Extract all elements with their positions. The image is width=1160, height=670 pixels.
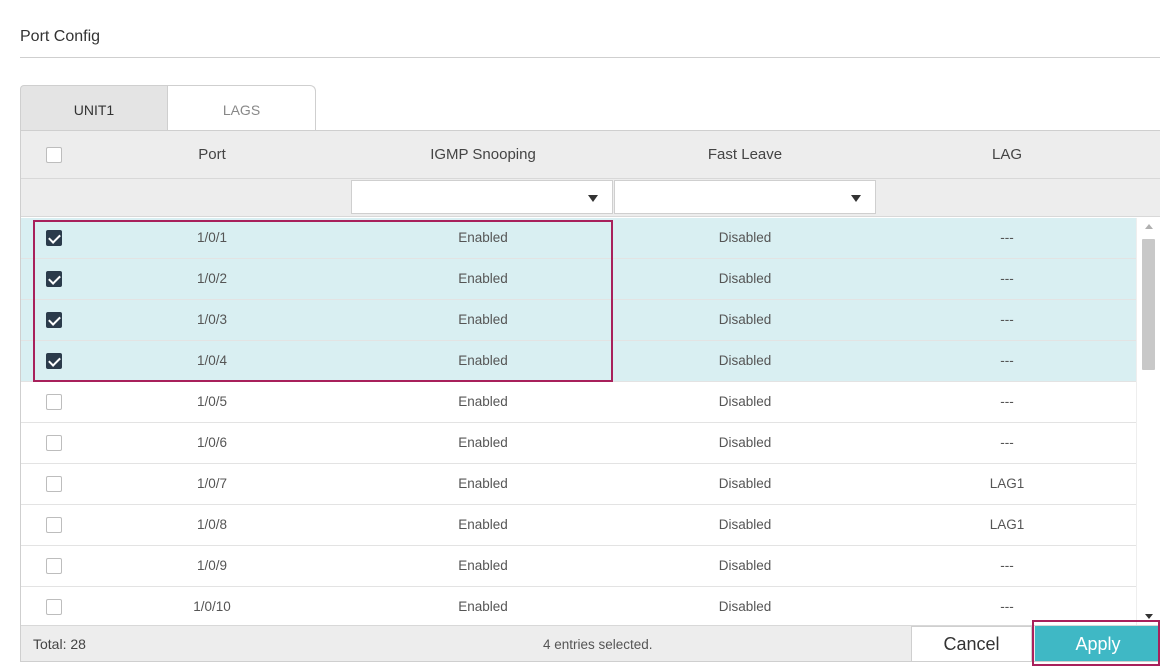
table-row[interactable]: 1/0/3 Enabled Disabled --- [21, 300, 1138, 341]
total-count: Total: 28 [33, 636, 86, 652]
port-cell: 1/0/4 [196, 353, 228, 368]
table-row[interactable]: 1/0/10 Enabled Disabled --- [21, 587, 1138, 628]
row-checkbox[interactable] [46, 476, 62, 492]
row-checkbox[interactable] [46, 394, 62, 410]
fast-leave-cell: Disabled [718, 230, 772, 245]
chevron-down-icon [851, 195, 861, 202]
table-header: Port IGMP Snooping Fast Leave LAG [21, 131, 1160, 179]
igmp-snooping-cell: Enabled [458, 599, 508, 614]
fast-leave-cell: Disabled [718, 558, 772, 573]
unit-tabs: UNIT1 LAGS [20, 85, 316, 131]
table-footer: Total: 28 4 entries selected. Cancel App… [21, 625, 1160, 661]
row-checkbox[interactable] [46, 353, 62, 369]
port-config-table: Port IGMP Snooping Fast Leave LAG 1/0/1 E… [20, 130, 1160, 662]
lag-cell: LAG1 [989, 517, 1025, 532]
row-checkbox[interactable] [46, 312, 62, 328]
vertical-scrollbar[interactable] [1136, 218, 1160, 625]
lag-cell: --- [1000, 599, 1014, 614]
column-header-lag[interactable]: LAG [877, 131, 1137, 179]
table-row[interactable]: 1/0/6 Enabled Disabled --- [21, 423, 1138, 464]
filter-row [21, 179, 1160, 217]
title-divider [20, 57, 1160, 58]
row-checkbox[interactable] [46, 517, 62, 533]
fast-leave-filter-select[interactable] [614, 180, 876, 214]
select-all-checkbox[interactable] [46, 147, 62, 163]
table-row[interactable]: 1/0/5 Enabled Disabled --- [21, 382, 1138, 423]
lag-cell: --- [1000, 230, 1014, 245]
row-checkbox[interactable] [46, 435, 62, 451]
fast-leave-cell: Disabled [718, 394, 772, 409]
row-checkbox[interactable] [46, 230, 62, 246]
fast-leave-cell: Disabled [718, 435, 772, 450]
port-cell: 1/0/10 [193, 599, 231, 614]
lag-cell: --- [1000, 312, 1014, 327]
row-checkbox[interactable] [46, 558, 62, 574]
port-cell: 1/0/5 [196, 394, 228, 409]
panel-title: Port Config [20, 28, 101, 45]
cancel-button[interactable]: Cancel [911, 626, 1032, 661]
scrollbar-thumb[interactable] [1142, 239, 1155, 370]
row-checkbox[interactable] [46, 271, 62, 287]
fast-leave-cell: Disabled [718, 312, 772, 327]
table-row[interactable]: 1/0/4 Enabled Disabled --- [21, 341, 1138, 382]
port-cell: 1/0/7 [196, 476, 228, 491]
igmp-snooping-cell: Enabled [458, 230, 508, 245]
igmp-snooping-cell: Enabled [458, 558, 508, 573]
port-cell: 1/0/8 [196, 517, 228, 532]
igmp-snooping-filter-select[interactable] [351, 180, 613, 214]
lag-cell: --- [1000, 271, 1014, 286]
port-cell: 1/0/1 [196, 230, 228, 245]
apply-button[interactable]: Apply [1035, 626, 1160, 661]
table-row[interactable]: 1/0/9 Enabled Disabled --- [21, 546, 1138, 587]
lag-cell: --- [1000, 394, 1014, 409]
table-row[interactable]: 1/0/1 Enabled Disabled --- [21, 218, 1138, 259]
scroll-up-arrow-icon[interactable] [1145, 224, 1153, 229]
port-cell: 1/0/6 [196, 435, 228, 450]
igmp-snooping-cell: Enabled [458, 435, 508, 450]
scroll-down-arrow-icon[interactable] [1145, 614, 1153, 619]
lag-cell: --- [1000, 353, 1014, 368]
selection-info: 4 entries selected. [543, 637, 653, 652]
igmp-snooping-cell: Enabled [458, 517, 508, 532]
lag-cell: --- [1000, 435, 1014, 450]
lag-cell: LAG1 [989, 476, 1025, 491]
igmp-snooping-cell: Enabled [458, 394, 508, 409]
port-cell: 1/0/3 [196, 312, 228, 327]
table-row[interactable]: 1/0/8 Enabled Disabled LAG1 [21, 505, 1138, 546]
table-row[interactable]: 1/0/2 Enabled Disabled --- [21, 259, 1138, 300]
lag-cell: --- [1000, 558, 1014, 573]
table-body: 1/0/1 Enabled Disabled --- 1/0/2 Enabled Disab… [21, 218, 1138, 628]
table-row[interactable]: 1/0/7 Enabled Disabled LAG1 [21, 464, 1138, 505]
row-checkbox[interactable] [46, 599, 62, 615]
fast-leave-cell: Disabled [718, 271, 772, 286]
igmp-snooping-cell: Enabled [458, 476, 508, 491]
igmp-snooping-cell: Enabled [458, 312, 508, 327]
fast-leave-cell: Disabled [718, 476, 772, 491]
column-header-igmp-snooping[interactable]: IGMP Snooping [353, 131, 613, 179]
chevron-down-icon [588, 195, 598, 202]
port-cell: 1/0/9 [196, 558, 228, 573]
fast-leave-cell: Disabled [718, 599, 772, 614]
fast-leave-cell: Disabled [718, 517, 772, 532]
tab-unit1[interactable]: UNIT1 [20, 85, 168, 130]
igmp-snooping-cell: Enabled [458, 271, 508, 286]
column-header-fast-leave[interactable]: Fast Leave [615, 131, 875, 179]
port-cell: 1/0/2 [196, 271, 228, 286]
column-header-port[interactable]: Port [121, 131, 303, 179]
fast-leave-cell: Disabled [718, 353, 772, 368]
igmp-snooping-cell: Enabled [458, 353, 508, 368]
tab-lags[interactable]: LAGS [167, 85, 316, 130]
